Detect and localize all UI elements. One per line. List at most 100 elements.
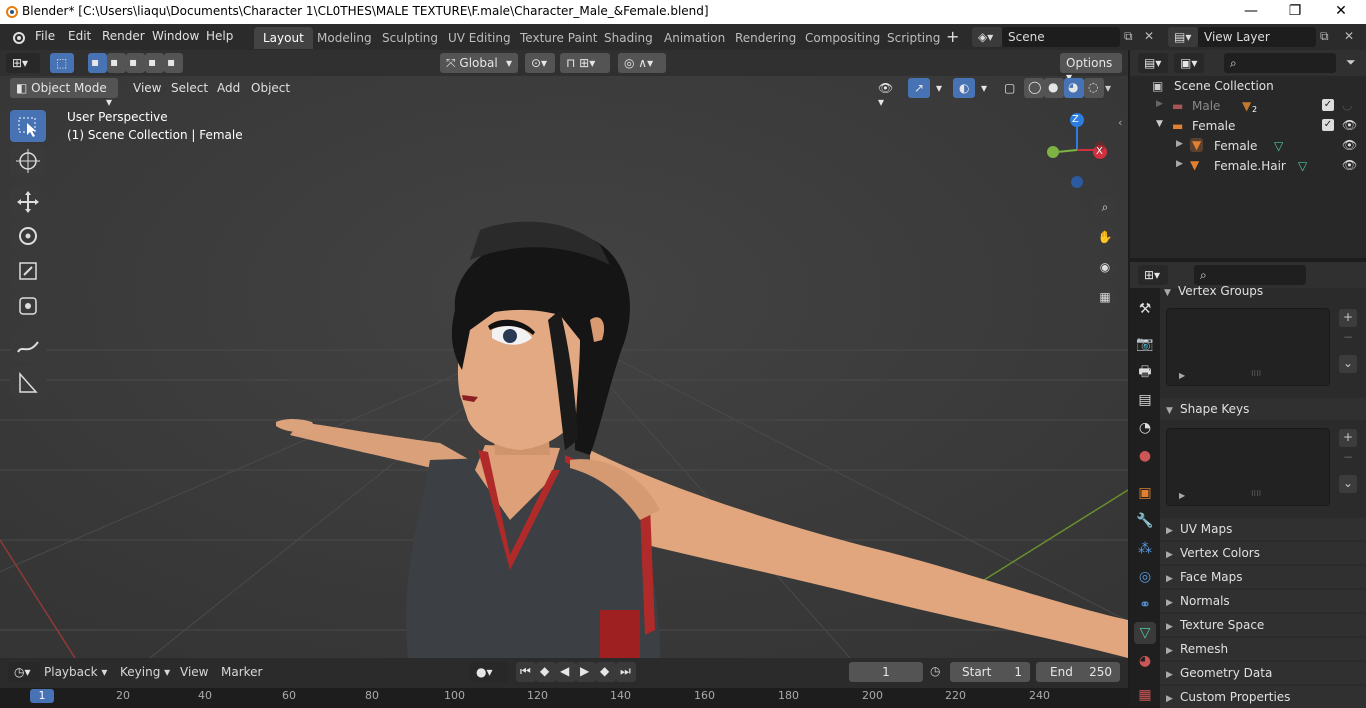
- add-workspace-button[interactable]: +: [946, 27, 959, 46]
- panel-uv-maps[interactable]: ▶ UV Maps: [1160, 518, 1366, 540]
- transform-tool-icon[interactable]: [10, 290, 46, 322]
- list-expand-icon[interactable]: ▶: [1179, 491, 1185, 500]
- panel-remesh[interactable]: ▶ Remesh: [1160, 638, 1366, 660]
- outliner-row-female-hair[interactable]: ▶ ▼ Female.Hair ▽ 👁: [1130, 157, 1366, 177]
- timeline-menu-playback[interactable]: Playback ▾: [44, 665, 107, 679]
- menu-window[interactable]: Window: [152, 29, 199, 43]
- outliner-row-female-object[interactable]: ▶ ▼ Female ▽ 👁: [1130, 137, 1366, 157]
- ortho-grid-icon[interactable]: ▦: [1093, 285, 1117, 309]
- resize-grip-icon[interactable]: ⁝⁝⁝⁝: [1251, 489, 1261, 498]
- object-tab-icon[interactable]: ▣: [1134, 482, 1156, 504]
- viewport-menu-select[interactable]: Select: [171, 81, 208, 95]
- hide-eye-icon[interactable]: 👁: [1342, 118, 1357, 132]
- start-frame-field[interactable]: Start 1: [950, 662, 1030, 682]
- viewport-menu-view[interactable]: View: [133, 81, 161, 95]
- select-mode-subtract-icon[interactable]: ▪: [126, 53, 145, 73]
- annotate-tool-icon[interactable]: [10, 330, 46, 362]
- zoom-icon[interactable]: ⌕: [1093, 195, 1117, 219]
- current-frame-field[interactable]: 1: [849, 662, 923, 682]
- play-reverse-icon[interactable]: ◀: [556, 662, 576, 682]
- expand-arrow-icon[interactable]: ▼: [1156, 119, 1163, 129]
- tab-rendering[interactable]: Rendering: [726, 27, 805, 49]
- select-box-tool-icon[interactable]: ⬚: [50, 53, 74, 73]
- jump-start-icon[interactable]: ⏮: [516, 662, 536, 682]
- new-view-layer-icon[interactable]: ⧉: [1320, 29, 1329, 44]
- proportional-edit-icon[interactable]: ◎ ∧▾: [618, 53, 666, 73]
- cursor-tool-icon[interactable]: [10, 145, 46, 177]
- panel-vertex-groups[interactable]: ▼ Vertex Groups: [1164, 284, 1362, 306]
- tab-uv-editing[interactable]: UV Editing: [439, 27, 520, 49]
- list-expand-icon[interactable]: ▶: [1179, 371, 1185, 380]
- mesh-data-tab-icon[interactable]: ▽: [1134, 622, 1156, 644]
- overlay-dropdown-icon[interactable]: ▾: [975, 78, 993, 98]
- maximize-button[interactable]: ❐: [1272, 0, 1318, 24]
- viewport-menu-object[interactable]: Object: [251, 81, 290, 95]
- shading-dropdown-icon[interactable]: ▾: [1105, 81, 1111, 95]
- outliner-row-female-collection[interactable]: ▼ ▬ Female ✓ 👁: [1130, 117, 1366, 137]
- new-scene-icon[interactable]: ⧉: [1124, 29, 1133, 44]
- tab-shading[interactable]: Shading: [595, 27, 662, 49]
- keyframe-record-icon[interactable]: ●▾: [470, 662, 508, 682]
- menu-edit[interactable]: Edit: [68, 29, 91, 43]
- panel-vertex-colors[interactable]: ▶ Vertex Colors: [1160, 542, 1366, 564]
- options-dropdown[interactable]: Options ▾: [1060, 53, 1122, 84]
- panel-texture-space[interactable]: ▶ Texture Space: [1160, 614, 1366, 636]
- world-tab-icon[interactable]: ●: [1134, 445, 1156, 467]
- mode-dropdown[interactable]: ◧ Object Mode ▾: [10, 78, 118, 109]
- viewport-menu-add[interactable]: Add: [217, 81, 240, 95]
- gizmo-toggle-icon[interactable]: ↗: [908, 78, 930, 98]
- render-tab-icon[interactable]: 📷: [1134, 333, 1156, 355]
- close-window-button[interactable]: ✕: [1318, 0, 1364, 24]
- stopwatch-icon[interactable]: ◷: [930, 664, 940, 678]
- outliner-search-input[interactable]: ⌕: [1224, 53, 1336, 73]
- solid-shading-icon[interactable]: ●: [1044, 78, 1064, 98]
- menu-help[interactable]: Help: [206, 29, 233, 43]
- scene-tab-icon[interactable]: ◔: [1134, 417, 1156, 439]
- exclude-checkbox[interactable]: ✓: [1322, 119, 1334, 131]
- tab-layout[interactable]: Layout: [254, 27, 313, 49]
- gizmo-z-label[interactable]: Z: [1072, 114, 1079, 125]
- expand-arrow-icon[interactable]: ▶: [1156, 99, 1163, 109]
- panel-normals[interactable]: ▶ Normals: [1160, 590, 1366, 612]
- menu-render[interactable]: Render: [102, 29, 145, 43]
- minimize-button[interactable]: —: [1228, 0, 1274, 24]
- xray-toggle-icon[interactable]: ▢: [998, 78, 1020, 98]
- panel-shape-keys[interactable]: ▼ Shape Keys: [1160, 398, 1366, 420]
- sidebar-toggle-icon[interactable]: ‹: [1118, 116, 1122, 129]
- timeline-menu-view[interactable]: View: [180, 665, 208, 679]
- panel-geometry-data[interactable]: ▶ Geometry Data: [1160, 662, 1366, 684]
- tab-scripting[interactable]: Scripting: [878, 27, 949, 49]
- wireframe-shading-icon[interactable]: ◯: [1024, 78, 1044, 98]
- shape-keys-list[interactable]: ▶ ⁝⁝⁝⁝: [1166, 428, 1330, 506]
- tool-tab-icon[interactable]: ⚒: [1134, 298, 1156, 320]
- gizmo-x-label[interactable]: X: [1096, 146, 1103, 157]
- timeline-menu-keying[interactable]: Keying ▾: [120, 665, 170, 679]
- end-frame-field[interactable]: End 250: [1036, 662, 1120, 682]
- shape-key-specials-icon[interactable]: ⌄: [1339, 475, 1357, 493]
- hide-eye-icon[interactable]: ◡: [1342, 98, 1352, 112]
- camera-view-icon[interactable]: ◉: [1093, 255, 1117, 279]
- editor-type-icon[interactable]: ⊞▾: [6, 53, 40, 73]
- select-mode-new-icon[interactable]: ▪: [88, 53, 107, 73]
- blender-menu-icon[interactable]: [10, 29, 26, 45]
- vertex-groups-list[interactable]: ▶ ⁝⁝⁝⁝: [1166, 308, 1330, 386]
- pivot-point-icon[interactable]: ⊙▾: [525, 53, 555, 73]
- hide-eye-icon[interactable]: 👁: [1342, 138, 1357, 152]
- scene-selector-icon[interactable]: ◈▾: [972, 27, 1002, 47]
- visibility-icon[interactable]: 👁▾: [872, 78, 904, 109]
- tab-texture-paint[interactable]: Texture Paint: [511, 27, 606, 49]
- expand-arrow-icon[interactable]: ▶: [1176, 139, 1183, 149]
- select-mode-extend-icon[interactable]: ▪: [107, 53, 126, 73]
- pan-hand-icon[interactable]: ✋: [1093, 225, 1117, 249]
- play-icon[interactable]: ▶: [576, 662, 596, 682]
- add-vertex-group-button[interactable]: +: [1339, 309, 1357, 327]
- modifier-tab-icon[interactable]: 🔧: [1134, 510, 1156, 532]
- exclude-checkbox[interactable]: ✓: [1322, 99, 1334, 111]
- prev-keyframe-icon[interactable]: ◆: [536, 662, 556, 682]
- outliner-editor-type-icon[interactable]: ▤▾: [1138, 53, 1168, 73]
- select-mode-invert-icon[interactable]: ▪: [145, 53, 164, 73]
- outliner-row-scene-collection[interactable]: ▣ Scene Collection: [1130, 77, 1366, 97]
- filter-icon[interactable]: ⏷: [1346, 55, 1356, 70]
- measure-tool-icon[interactable]: [10, 366, 46, 398]
- rotate-tool-icon[interactable]: [10, 220, 46, 252]
